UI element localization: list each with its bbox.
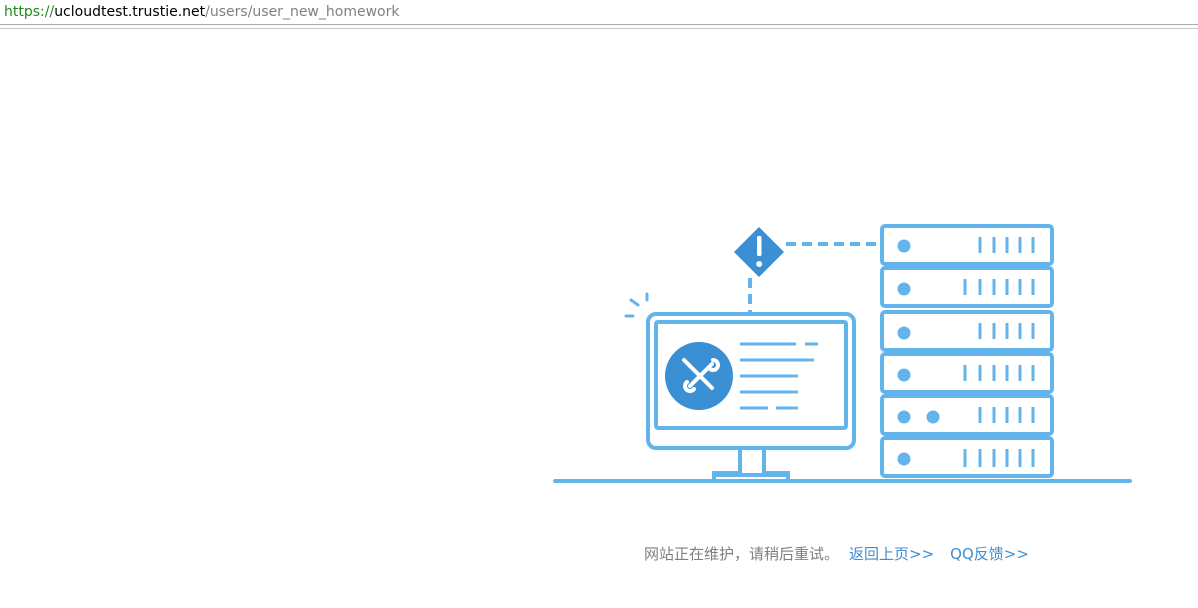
sparkle-icon [624,292,649,318]
server-stack-icon [880,224,1054,478]
wrench-screwdriver-icon [665,342,733,410]
exclamation-diamond-icon [734,227,784,277]
back-link[interactable]: 返回上页>> [849,545,934,563]
maintenance-message-row: 网站正在维护，请稍后重试。 返回上页>> QQ反馈>> [644,543,1029,565]
maintenance-text: 网站正在维护，请稍后重试。 [644,545,840,563]
qq-feedback-link[interactable]: QQ反馈>> [950,545,1029,563]
maintenance-illustration [553,224,1132,483]
